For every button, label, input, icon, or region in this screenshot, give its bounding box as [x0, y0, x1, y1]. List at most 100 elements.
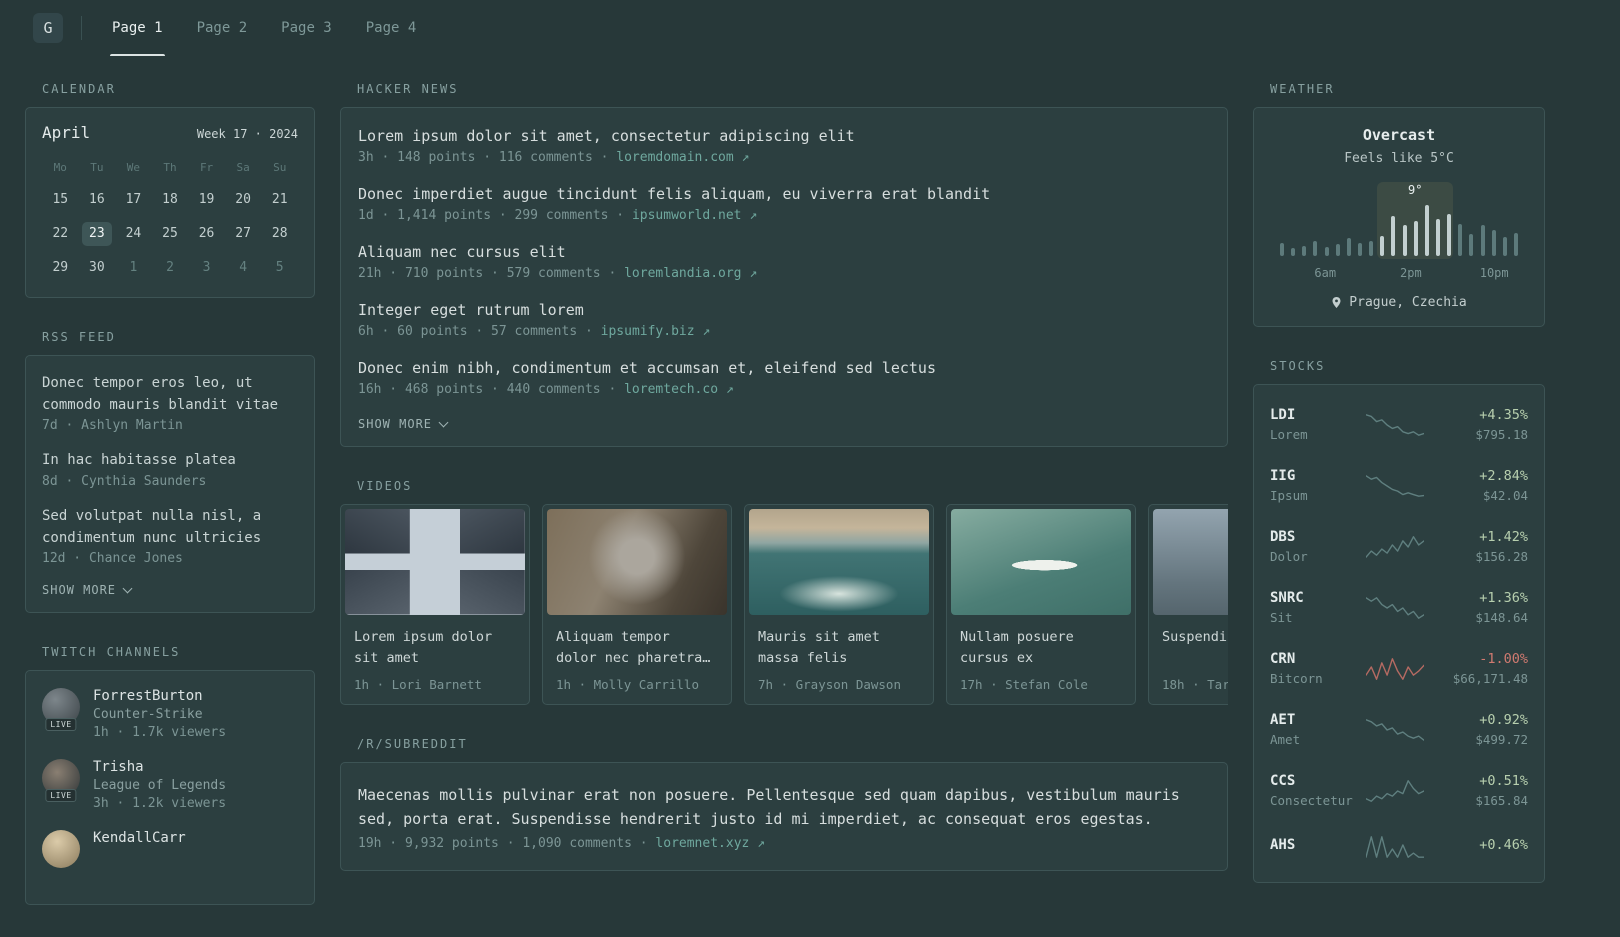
- stock-change-percent: +1.42%: [1479, 529, 1528, 545]
- stock-ticker[interactable]: IIG: [1270, 468, 1358, 484]
- hacker-news-item-domain[interactable]: loremlandia.org ↗: [624, 266, 757, 281]
- calendar-day-header: Sa: [236, 161, 250, 174]
- calendar-day[interactable]: 23: [81, 222, 112, 246]
- calendar-day[interactable]: 2: [155, 256, 185, 280]
- stock-row: LDI Lorem +4.35% $795.18: [1270, 394, 1528, 455]
- channel-info: Trisha League of Legends 3h · 1.2k viewe…: [93, 759, 226, 811]
- hacker-news-show-more-button[interactable]: SHOW MORE: [358, 417, 1210, 431]
- channel-avatar[interactable]: LIVE: [42, 759, 80, 803]
- hacker-news-item-title[interactable]: Lorem ipsum dolor sit amet, consectetur …: [358, 127, 1210, 145]
- rss-item-meta: 12d · Chance Jones: [42, 551, 183, 567]
- weather-location[interactable]: Prague, Czechia: [1270, 295, 1528, 310]
- video-title[interactable]: Nullam posuere cursus ex: [951, 627, 1131, 669]
- stock-identity: AHS: [1270, 837, 1358, 857]
- page-tab[interactable]: Page 2: [183, 0, 262, 56]
- calendar-day[interactable]: 16: [82, 188, 112, 212]
- calendar-day[interactable]: 22: [45, 222, 75, 246]
- calendar-day[interactable]: 25: [155, 222, 185, 246]
- rss-show-more-button[interactable]: SHOW MORE: [42, 583, 298, 597]
- weather-hour-bar: [1469, 234, 1474, 256]
- channel-name[interactable]: ForrestBurton: [93, 688, 226, 704]
- hacker-news-item-domain[interactable]: ipsumify.biz ↗: [601, 324, 711, 339]
- stock-price: $156.28: [1475, 549, 1528, 564]
- stock-ticker[interactable]: DBS: [1270, 529, 1358, 545]
- calendar-day[interactable]: 30: [82, 256, 112, 280]
- stock-values: +0.51% $165.84: [1432, 773, 1528, 808]
- video-title[interactable]: Mauris sit amet massa felis: [749, 627, 929, 669]
- app-logo[interactable]: G: [33, 13, 63, 43]
- subreddit-post-domain[interactable]: loremnet.xyz ↗: [655, 836, 765, 851]
- page-tab[interactable]: Page 1: [98, 0, 177, 56]
- calendar-day[interactable]: 26: [192, 222, 222, 246]
- subreddit-widget: /R/SUBREDDIT Maecenas mollis pulvinar er…: [340, 737, 1228, 871]
- rss-item-title[interactable]: In hac habitasse platea: [42, 450, 298, 472]
- stock-ticker[interactable]: AHS: [1270, 837, 1358, 853]
- calendar-day[interactable]: 18: [155, 188, 185, 212]
- chevron-down-icon: [122, 583, 133, 594]
- stock-ticker[interactable]: SNRC: [1270, 590, 1358, 606]
- video-card[interactable]: Lorem ipsum dolor sit amet consectetu… 1…: [340, 504, 530, 705]
- hacker-news-item-domain[interactable]: loremdomain.com ↗: [616, 150, 749, 165]
- video-card[interactable]: Aliquam tempor dolor nec pharetra… 1h · …: [542, 504, 732, 705]
- calendar-day[interactable]: 28: [265, 222, 295, 246]
- video-thumbnail[interactable]: [951, 509, 1131, 615]
- calendar-day[interactable]: 24: [118, 222, 148, 246]
- stock-ticker[interactable]: CCS: [1270, 773, 1358, 789]
- calendar-day[interactable]: 15: [45, 188, 75, 212]
- weather-hour-bar: [1324, 247, 1329, 256]
- twitch-widget-title: TWITCH CHANNELS: [42, 645, 181, 660]
- stock-ticker[interactable]: AET: [1270, 712, 1358, 728]
- calendar-day[interactable]: 17: [118, 188, 148, 212]
- video-card[interactable]: Mauris sit amet massa felis 7h · Grayson…: [744, 504, 934, 705]
- calendar-day[interactable]: 21: [265, 188, 295, 212]
- video-meta: 1h · Lori Barnett: [354, 677, 482, 692]
- stock-row: AHS +0.46%: [1270, 821, 1528, 873]
- hacker-news-item: Donec enim nibh, condimentum et accumsan…: [358, 359, 1210, 397]
- weather-location-label: Prague, Czechia: [1349, 295, 1467, 310]
- hacker-news-item-title[interactable]: Integer eget rutrum lorem: [358, 301, 1210, 319]
- video-thumbnail[interactable]: [345, 509, 525, 615]
- channel-name[interactable]: KendallCarr: [93, 830, 186, 846]
- video-title[interactable]: Lorem ipsum dolor sit amet consectetu…: [345, 627, 525, 669]
- hacker-news-item-title[interactable]: Aliquam nec cursus elit: [358, 243, 1210, 261]
- calendar-day[interactable]: 3: [192, 256, 222, 280]
- subreddit-post-meta: 19h · 9,932 points · 1,090 comments · lo…: [358, 836, 1210, 851]
- video-thumbnail[interactable]: [749, 509, 929, 615]
- subreddit-post-title[interactable]: Maecenas mollis pulvinar erat non posuer…: [358, 783, 1210, 831]
- video-title[interactable]: Aliquam tempor dolor nec pharetra…: [547, 627, 727, 669]
- page-tab[interactable]: Page 4: [352, 0, 431, 56]
- channel-info: KendallCarr: [93, 830, 186, 868]
- video-card[interactable]: Suspendisse diam 18h · Tara: [1148, 504, 1228, 705]
- hacker-news-widget-title: HACKER NEWS: [357, 82, 459, 96]
- calendar-day[interactable]: 27: [228, 222, 258, 246]
- video-meta: 1h · Molly Carrillo: [556, 677, 699, 692]
- calendar-day[interactable]: 29: [45, 256, 75, 280]
- video-title[interactable]: Suspendisse diam: [1153, 627, 1228, 669]
- stock-ticker[interactable]: CRN: [1270, 651, 1358, 667]
- page-tab[interactable]: Page 3: [267, 0, 346, 56]
- channel-name[interactable]: Trisha: [93, 759, 226, 775]
- video-card[interactable]: Nullam posuere cursus ex 17h · Stefan Co…: [946, 504, 1136, 705]
- subreddit-card: Maecenas mollis pulvinar erat non posuer…: [340, 762, 1228, 871]
- calendar-day[interactable]: 4: [228, 256, 258, 280]
- calendar-day[interactable]: 20: [228, 188, 258, 212]
- stock-values: +0.46%: [1432, 837, 1528, 857]
- nav-divider: [81, 16, 82, 40]
- channel-avatar[interactable]: [42, 830, 80, 869]
- hacker-news-item-title[interactable]: Donec imperdiet augue tincidunt felis al…: [358, 185, 1210, 203]
- top-nav: G Page 1 Page 2 Page 3 Page 4: [0, 0, 1620, 56]
- calendar-day[interactable]: 19: [192, 188, 222, 212]
- hacker-news-item-domain[interactable]: ipsumworld.net ↗: [632, 208, 757, 223]
- calendar-day[interactable]: 5: [265, 256, 295, 280]
- stock-ticker[interactable]: LDI: [1270, 407, 1358, 423]
- stock-name: Consectetur: [1270, 793, 1353, 808]
- video-thumbnail[interactable]: [547, 509, 727, 615]
- calendar-day[interactable]: 1: [118, 256, 148, 280]
- channel-avatar[interactable]: LIVE: [42, 688, 80, 732]
- rss-item-title[interactable]: Sed volutpat nulla nisl, a condimentum n…: [42, 506, 298, 549]
- rss-item-title[interactable]: Donec tempor eros leo, ut commodo mauris…: [42, 373, 298, 416]
- video-thumbnail[interactable]: [1153, 509, 1228, 615]
- hacker-news-item-domain[interactable]: loremtech.co ↗: [624, 382, 734, 397]
- weather-time-label: 10pm: [1479, 266, 1509, 280]
- hacker-news-item-title[interactable]: Donec enim nibh, condimentum et accumsan…: [358, 359, 1210, 377]
